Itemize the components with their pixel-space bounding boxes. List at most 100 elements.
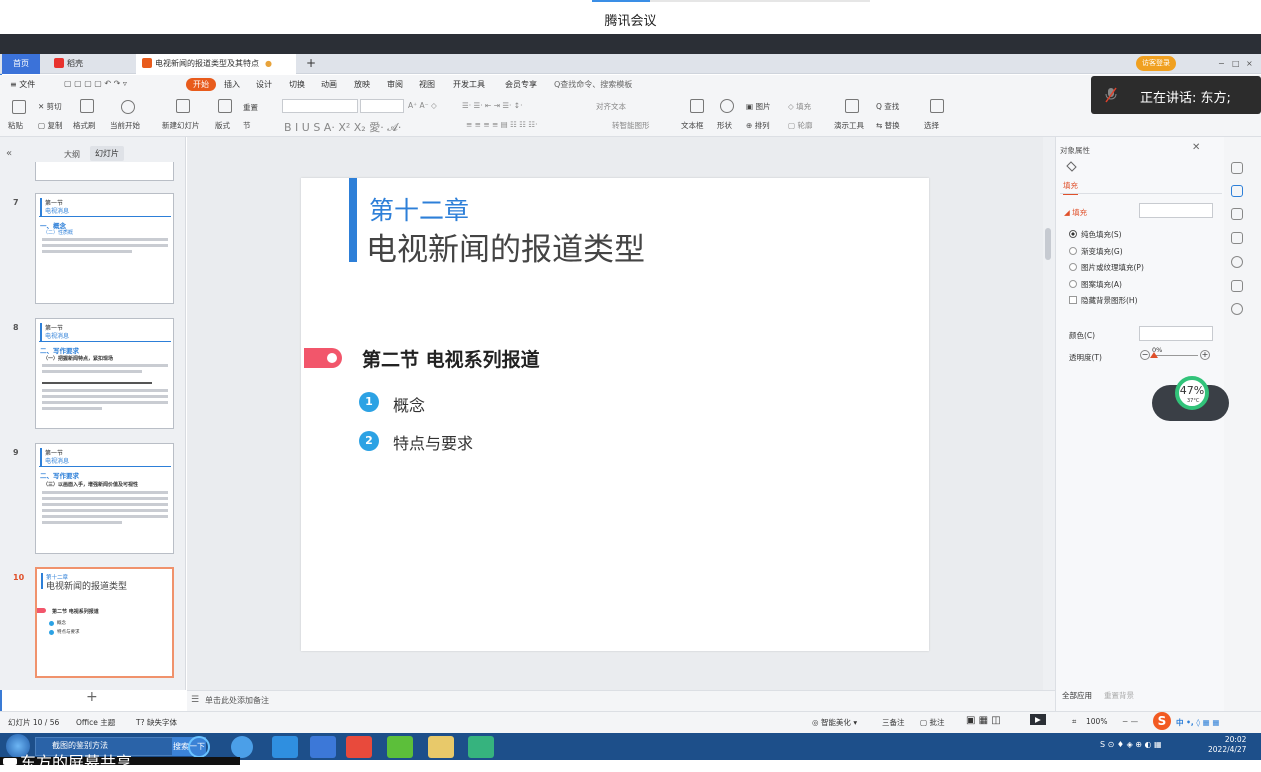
menu-file[interactable]: ≡ 文件 [10, 79, 35, 90]
new-slide-icon[interactable] [176, 99, 190, 113]
notes-placeholder[interactable]: 单击此处添加备注 [205, 695, 269, 706]
sogou-ime-icon[interactable]: S [1153, 712, 1171, 730]
transparency-slider-handle[interactable] [1150, 352, 1158, 358]
file-explorer-icon[interactable] [428, 736, 454, 758]
notes-area[interactable] [187, 690, 1055, 711]
menu-member[interactable]: 会员专享 [505, 79, 537, 90]
panel-close-icon[interactable]: ✕ [1192, 142, 1200, 153]
wps-icon[interactable] [346, 736, 372, 758]
present-tools-button[interactable]: 演示工具 [834, 120, 864, 131]
transparency-decrease-button[interactable]: − [1140, 350, 1150, 360]
section-button[interactable]: 节 [243, 120, 251, 131]
guest-login-button[interactable]: 访客登录 [1136, 56, 1176, 71]
menu-dev-tools[interactable]: 开发工具 [453, 79, 485, 90]
menu-show[interactable]: 放映 [354, 79, 370, 90]
missing-font-button[interactable]: T? 缺失字体 [136, 717, 177, 728]
system-tray-icons[interactable]: S ⊙ ♦ ◈ ⊕ ◐ ▦ [1100, 740, 1162, 749]
font-grow-shrink[interactable]: A⁺ A⁻ ◇ [408, 101, 437, 110]
replace-button[interactable]: ⇆ 替换 [876, 120, 900, 131]
section-title[interactable]: 第二节 电视系列报道 [362, 345, 540, 372]
outline-tab[interactable]: 大纲 [64, 149, 80, 160]
location-icon[interactable] [1231, 303, 1243, 315]
slide-thumbnail-10[interactable]: 第十二章 电视新闻的报道类型 第二节 电视系列报道 概念 特点与要求 [35, 567, 174, 678]
menu-review[interactable]: 审阅 [387, 79, 403, 90]
menu-design[interactable]: 设计 [256, 79, 272, 90]
scrollbar-thumb[interactable] [1045, 228, 1051, 260]
cut-button[interactable]: ✕ 剪切 [38, 101, 62, 112]
properties-icon[interactable] [1231, 185, 1243, 197]
color-select[interactable] [1139, 326, 1213, 341]
menu-insert[interactable]: 插入 [224, 79, 240, 90]
bullet-text-1[interactable]: 概念 [393, 392, 425, 416]
fill-button[interactable]: ◇ 填充 [788, 101, 811, 112]
tab-daoke[interactable]: 稻壳 [48, 54, 128, 74]
slides-tab[interactable]: 幻灯片 [90, 146, 124, 161]
font-name-select[interactable] [282, 99, 358, 113]
copy-button[interactable]: ▢ 复制 [38, 120, 62, 131]
zoom-slider[interactable]: − — [1122, 717, 1138, 726]
radio-solid-fill[interactable]: 纯色填充(S) [1069, 229, 1122, 240]
align-text-button[interactable]: 对齐文本 [596, 101, 626, 112]
outline-button[interactable]: ▢ 轮廓 [788, 120, 812, 131]
shape-button[interactable]: 形状 [717, 120, 732, 131]
tab-home[interactable]: 首页 [2, 54, 40, 74]
radio-picture-fill[interactable]: 图片或纹理填充(P) [1069, 262, 1144, 273]
new-tab-button[interactable]: + [300, 54, 322, 74]
bullet-text-2[interactable]: 特点与要求 [393, 430, 473, 454]
play-icon[interactable] [121, 100, 135, 114]
picture-button[interactable]: ▣ 图片 [746, 101, 770, 112]
slide-title[interactable]: 电视新闻的报道类型 [366, 224, 645, 269]
photo-app-icon[interactable] [310, 736, 336, 758]
slide-chapter[interactable]: 第十二章 [369, 191, 469, 227]
menu-start[interactable]: 开始 [186, 78, 216, 91]
menu-transition[interactable]: 切换 [289, 79, 305, 90]
comment-button[interactable]: ▢ 批注 [920, 717, 944, 728]
format-painter-button[interactable]: 格式刷 [73, 120, 96, 131]
transition-icon[interactable] [1231, 232, 1243, 244]
align-buttons[interactable]: ≡ ≡ ≡ ≡ ▤ ☷ ☷ ☷· [466, 120, 537, 129]
zoom-level[interactable]: 100% [1086, 717, 1107, 726]
radio-gradient-fill[interactable]: 渐变填充(G) [1069, 246, 1123, 257]
layout-icon[interactable] [218, 99, 232, 113]
add-slide-button[interactable]: + [86, 689, 98, 705]
textbox-button[interactable]: 文本框 [681, 120, 704, 131]
slide-thumbnail-8[interactable]: 第一节 电视消息 二、写作要求 （一）把握新闻特点，紧扣现场 [35, 318, 174, 429]
reset-button[interactable]: 重置 [243, 102, 258, 113]
notes-toggle-button[interactable]: 三备注 [882, 717, 905, 728]
select-icon[interactable] [930, 99, 944, 113]
layout-button[interactable]: 版式 [215, 120, 230, 131]
ime-toolbar[interactable]: 中 •, ◊ ▦ ▦ [1176, 717, 1219, 728]
app-grid-icon[interactable] [272, 736, 298, 758]
media-player-icon[interactable] [468, 736, 494, 758]
present-tools-icon[interactable] [845, 99, 859, 113]
vertical-scrollbar[interactable] [1043, 137, 1055, 690]
style-icon[interactable] [1231, 162, 1243, 174]
reset-background-button[interactable]: 重置背景 [1104, 690, 1134, 701]
tab-document[interactable]: 电视新闻的报道类型及其特点 ● [136, 54, 296, 74]
share-icon[interactable] [1231, 280, 1243, 292]
hide-bg-checkbox[interactable]: 隐藏背景图形(H) [1069, 295, 1138, 306]
apply-all-button[interactable]: 全部应用 [1062, 690, 1092, 701]
textbox-icon[interactable] [690, 99, 704, 113]
view-mode-buttons[interactable]: ▣ ▦ ◫ [966, 715, 1001, 726]
quick-toolbar-icons[interactable]: ▢ ▢ ▢ ▢ ↶ ↷ ▿ [64, 79, 127, 88]
slide-thumbnail-partial[interactable] [35, 162, 174, 181]
smart-shape-button[interactable]: 转智能图形 [612, 120, 650, 131]
transparency-slider[interactable] [1154, 355, 1198, 356]
arrange-button[interactable]: ⊕ 排列 [746, 120, 770, 131]
menu-animation[interactable]: 动画 [321, 79, 337, 90]
theme-name[interactable]: Office 主题 [76, 717, 115, 728]
radio-pattern-fill[interactable]: 图案填充(A) [1069, 279, 1122, 290]
command-search[interactable]: Q查找命令、搜索模板 [554, 79, 632, 90]
animation-icon[interactable] [1231, 208, 1243, 220]
paste-icon[interactable] [12, 100, 26, 114]
slide-thumbnail-7[interactable]: 第一节 电视消息 一、概念 （二）性质概 [35, 193, 174, 304]
format-painter-icon[interactable] [80, 99, 94, 113]
shape-icon[interactable] [720, 99, 734, 113]
fill-type-select[interactable] [1139, 203, 1213, 218]
find-button[interactable]: Q 查找 [876, 101, 899, 112]
paste-button[interactable]: 粘贴 [8, 120, 23, 131]
slideshow-play-button[interactable]: ▶ [1030, 714, 1046, 725]
select-button[interactable]: 选择 [924, 120, 939, 131]
play-from-current-button[interactable]: 当前开始 [110, 120, 140, 131]
